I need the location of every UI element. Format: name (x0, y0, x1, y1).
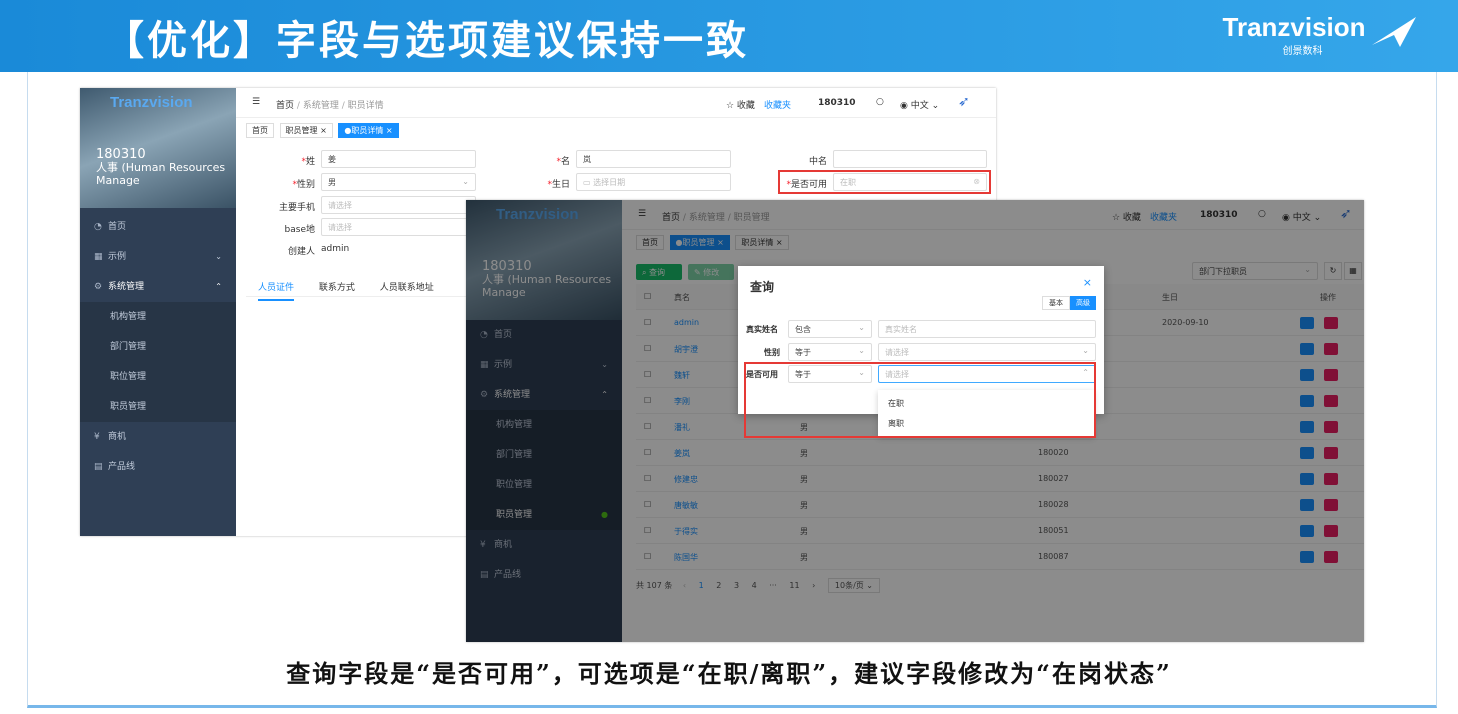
sidebar-item-system[interactable]: ⚙ 系统管理 ⌃ (80, 272, 236, 302)
tag-detail[interactable]: ●职员详情 × (338, 123, 399, 138)
breadcrumb: 首页 / 系统管理 / 职员详情 (276, 101, 384, 111)
brand-name: Tranzvision (1222, 12, 1366, 42)
brand-swoosh-icon (1372, 16, 1416, 47)
tab-cert[interactable]: 人员证件 (258, 283, 295, 301)
highlight-box (744, 362, 1096, 438)
realname-op-select[interactable]: 包含 ⌄ (788, 320, 872, 338)
phone-select[interactable]: 请选择 (321, 196, 476, 214)
sidebar-logo: Tranzvision (110, 94, 193, 111)
modal-title: 查询 (750, 280, 775, 294)
mode-toggle: 基本 高级 (1042, 296, 1096, 310)
realname-label: 真实姓名 (746, 325, 778, 334)
yen-icon: ¥ (94, 432, 100, 442)
sidebar: Tranzvision 180310 人事 (Human Resources M… (80, 88, 236, 536)
tags-bar: 首页 职员管理 × ●职员详情 × (246, 123, 402, 143)
highlight-box (778, 170, 991, 194)
gender-label: 性别 (764, 348, 780, 357)
tab-contact[interactable]: 联系方式 (319, 283, 355, 293)
gender-select[interactable]: 男 ⌄ (321, 173, 476, 191)
close-icon[interactable]: × (1083, 276, 1092, 289)
chevron-down-icon: ⌄ (215, 252, 222, 261)
screenshot-staff-list: Tranzvision 180310 人事 (Human Resources M… (466, 200, 1364, 642)
creator-value: admin (321, 244, 350, 254)
sidebar-menu: ◔ 首页 ▦ 示例 ⌄ ⚙ 系统管理 ⌃ 机构管理 部门管理 职位管理 职员管理 ¥ 商机 … (80, 212, 236, 482)
slide-caption: 查询字段是“是否可用”，可选项是“在职/离职”，建议字段修改为“在岗状态” (286, 659, 1172, 688)
tag-home[interactable]: 首页 (246, 123, 274, 138)
menu-toggle-icon[interactable]: ☰ (252, 97, 260, 107)
sidebar-item-staff[interactable]: 职员管理 (80, 392, 236, 422)
realname-input[interactable]: 真实姓名 (878, 320, 1096, 338)
tag-staff[interactable]: 职员管理 × (279, 123, 333, 138)
favorite-button[interactable]: ☆ 收藏 (726, 98, 755, 111)
calendar-icon: ▭ (583, 178, 594, 187)
name-input[interactable]: 岚 (576, 150, 731, 168)
gender-op-select[interactable]: 等于 ⌄ (788, 343, 872, 361)
user-info: 180310 人事 (Human Resources Manage (96, 148, 236, 187)
sidebar-item-biz[interactable]: ¥ 商机 (80, 422, 236, 452)
tab-address[interactable]: 人员联系地址 (380, 283, 434, 293)
favorites-link[interactable]: 收藏夹 (764, 98, 791, 111)
avatar[interactable]: ➶ (958, 94, 970, 110)
chevron-down-icon: ⌄ (462, 177, 469, 186)
top-user-id: 180310 (818, 98, 856, 108)
grid-icon: ▦ (94, 252, 103, 262)
chevron-up-icon: ⌃ (215, 282, 222, 291)
sidebar-item-dept[interactable]: 部门管理 (80, 332, 236, 362)
birth-date-picker[interactable]: ▭ 选择日期 (576, 173, 731, 191)
cname-input[interactable] (833, 150, 987, 168)
slide-title: 【优化】字段与选项建议保持一致 (104, 17, 749, 64)
sidebar-item-position[interactable]: 职位管理 (80, 362, 236, 392)
sidebar-item-example[interactable]: ▦ 示例 ⌄ (80, 242, 236, 272)
surname-input[interactable]: 姜 (321, 150, 476, 168)
advanced-mode-button[interactable]: 高级 (1070, 296, 1096, 310)
gear-icon: ⚙ (94, 282, 103, 292)
user-id: 180310 (96, 147, 146, 162)
language-select[interactable]: ◉ 中文 ⌄ (900, 98, 939, 111)
sidebar-item-product[interactable]: ▤ 产品线 (80, 452, 236, 482)
sidebar-header: Tranzvision 180310 人事 (Human Resources M… (80, 88, 236, 208)
brand-subtitle: 创景数科 (1282, 46, 1323, 57)
brand-logo: Tranzvision 创景数科 (1222, 12, 1419, 57)
gender-value-select[interactable]: 请选择 ⌄ (878, 343, 1096, 361)
table-icon: ▤ (94, 462, 103, 472)
user-role: 人事 (Human Resources Manage (96, 161, 226, 187)
sidebar-item-org[interactable]: 机构管理 (80, 302, 236, 332)
title-banner: 【优化】字段与选项建议保持一致 Tranzvision 创景数科 (0, 0, 1458, 72)
dashboard-icon: ◔ (94, 222, 102, 232)
search-icon[interactable]: ○ (876, 97, 884, 107)
base-select[interactable]: 请选择 (321, 218, 476, 236)
basic-mode-button[interactable]: 基本 (1042, 296, 1070, 310)
top-bar: ☰ 首页 / 系统管理 / 职员详情 ☆ 收藏 收藏夹 180310 ○ ◉ 中… (236, 88, 996, 118)
detail-tabs: 人员证件 联系方式 人员联系地址 (258, 280, 456, 301)
sidebar-item-home[interactable]: ◔ 首页 (80, 212, 236, 242)
